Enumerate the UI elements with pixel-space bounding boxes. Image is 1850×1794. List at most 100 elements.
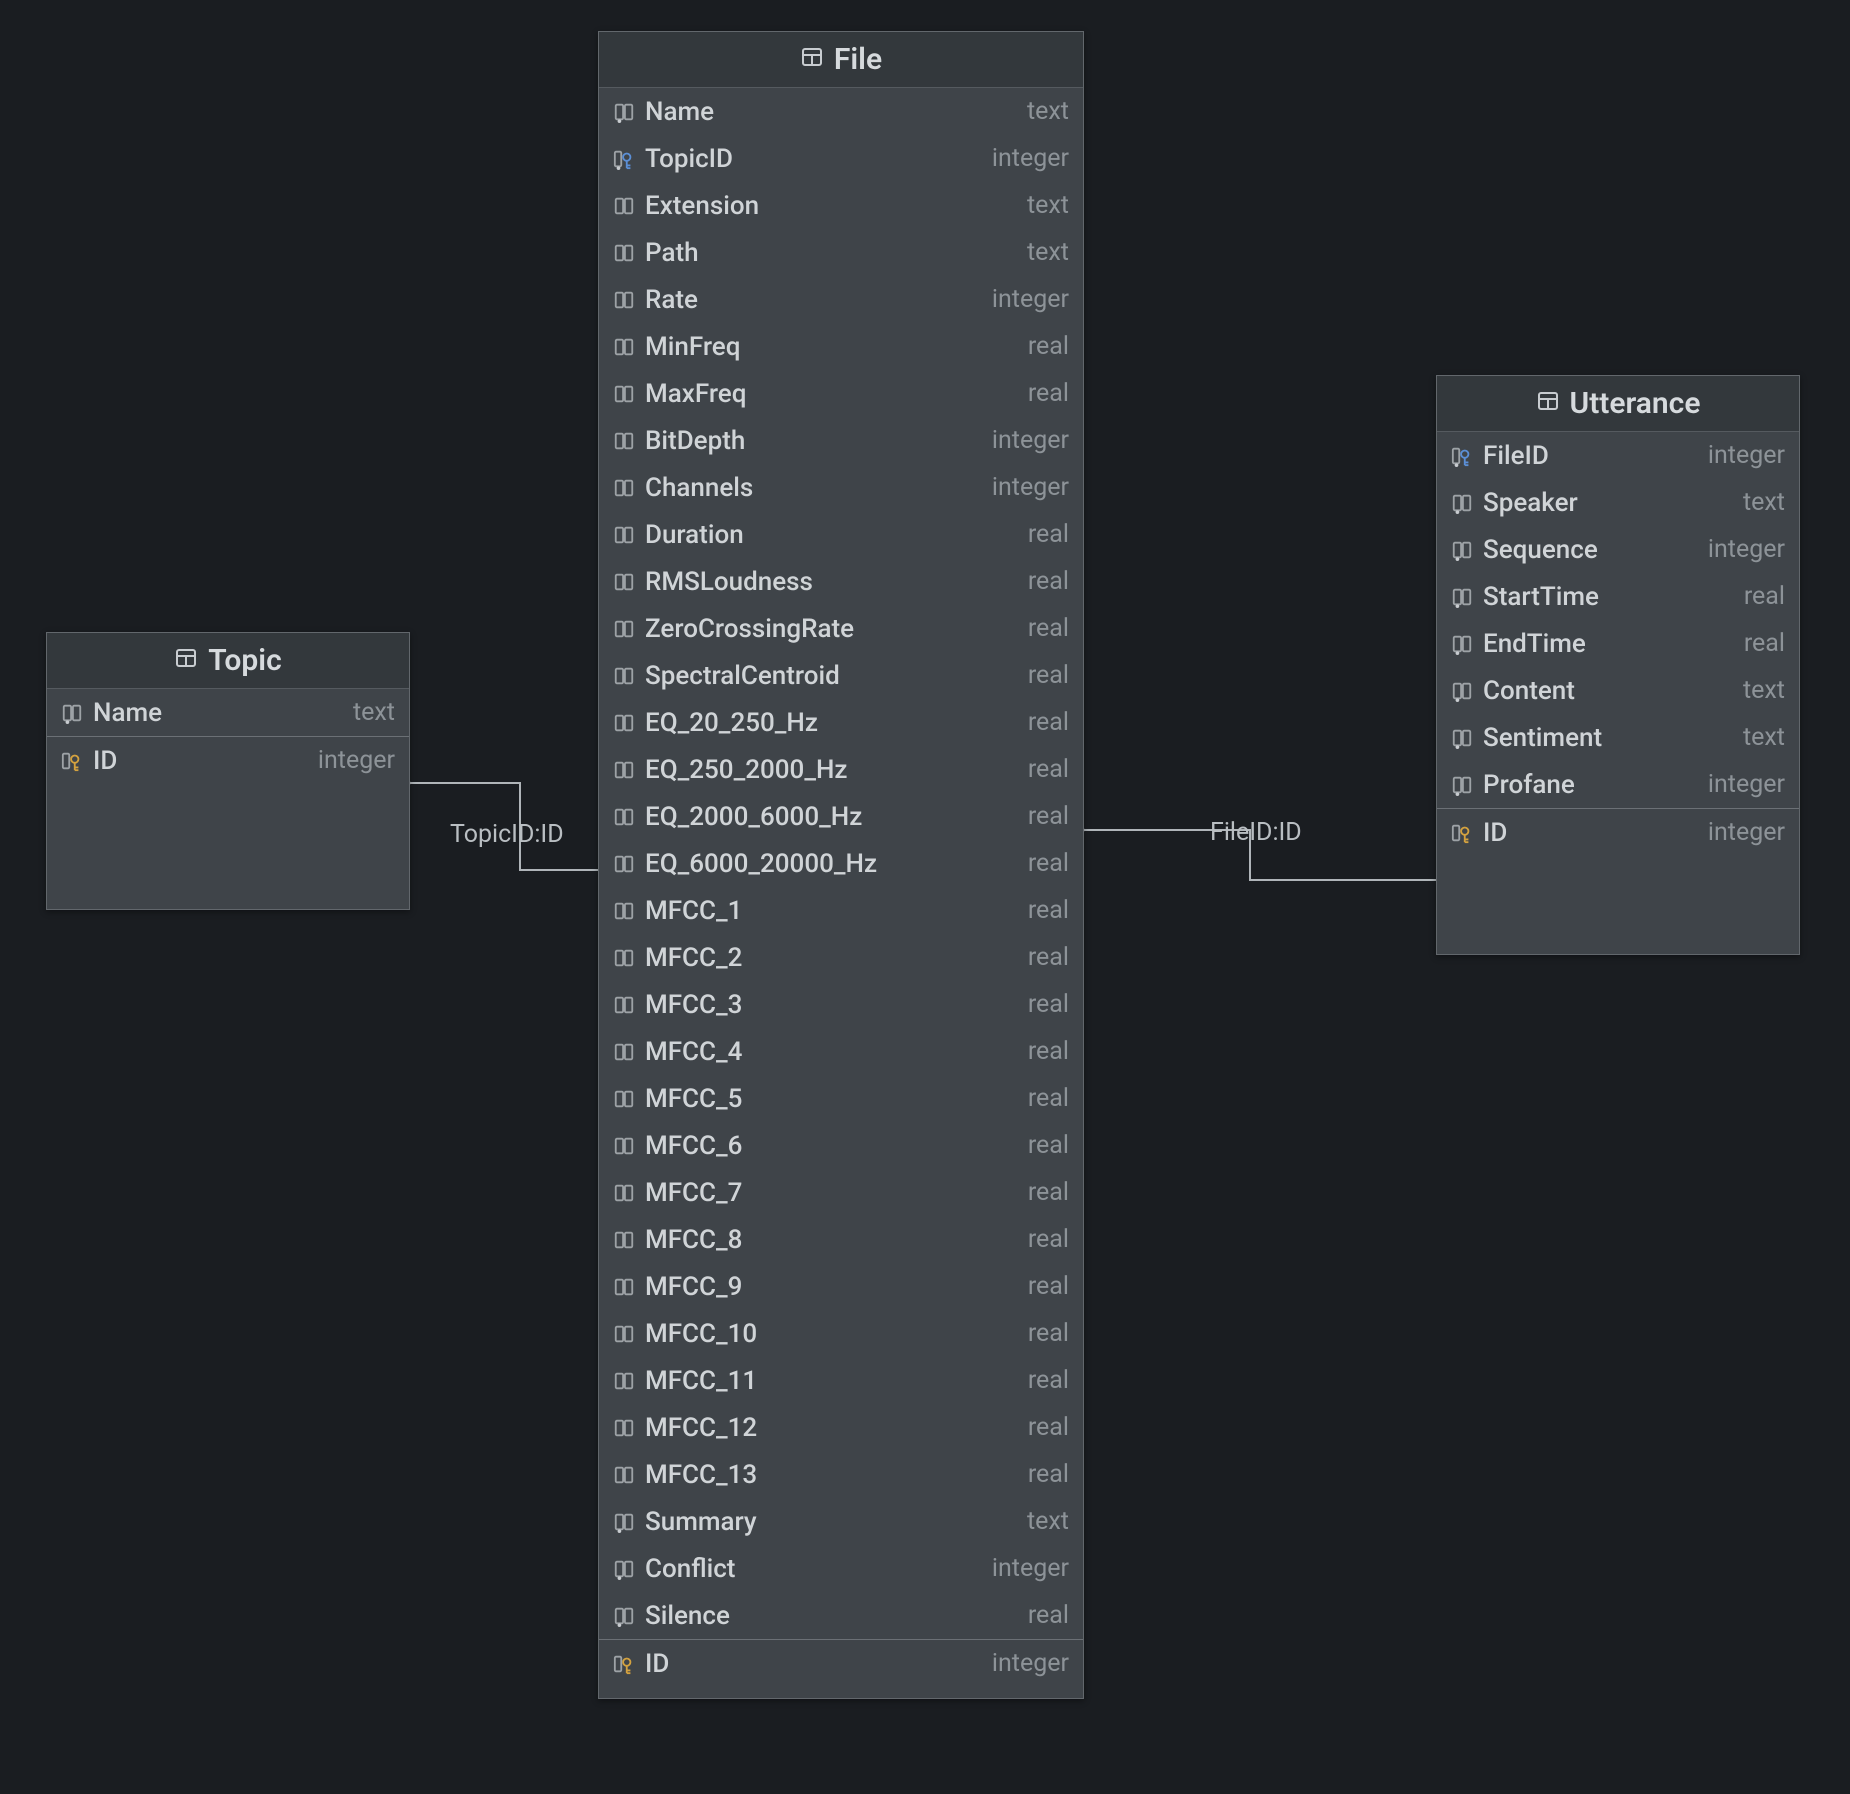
field-row[interactable]: Contenttext <box>1437 667 1799 714</box>
field-row[interactable]: Conflictinteger <box>599 1545 1083 1592</box>
field-type: integer <box>992 1554 1069 1583</box>
field-name: StartTime <box>1483 582 1734 612</box>
field-name: MFCC_11 <box>645 1366 1018 1396</box>
field-row[interactable]: Channelsinteger <box>599 464 1083 511</box>
col-icon <box>613 1276 635 1298</box>
field-row[interactable]: Pathtext <box>599 229 1083 276</box>
field-row[interactable]: Rateinteger <box>599 276 1083 323</box>
col-icon <box>613 853 635 875</box>
col-icon <box>613 1088 635 1110</box>
entity-topic[interactable]: Topic NametextIDinteger <box>46 632 410 910</box>
diagram-canvas[interactable]: TopicID:ID FileID:ID Topic NametextIDint… <box>0 0 1850 1794</box>
field-row[interactable]: Sequenceinteger <box>1437 526 1799 573</box>
field-row[interactable]: MFCC_9real <box>599 1263 1083 1310</box>
field-row[interactable]: Durationreal <box>599 511 1083 558</box>
field-row[interactable]: EQ_20_250_Hzreal <box>599 699 1083 746</box>
field-name: MFCC_4 <box>645 1037 1018 1067</box>
field-row[interactable]: MFCC_4 real <box>599 1028 1083 1075</box>
field-type: real <box>1028 1413 1069 1442</box>
field-row[interactable]: MaxFreqreal <box>599 370 1083 417</box>
col-nn-icon <box>613 1558 635 1580</box>
entity-utterance[interactable]: Utterance FileIDintegerSpeakertextSequen… <box>1436 375 1800 955</box>
field-row[interactable]: MFCC_3real <box>599 981 1083 1028</box>
field-type: real <box>1028 1601 1069 1630</box>
field-row[interactable]: MFCC_7 real <box>599 1169 1083 1216</box>
field-type: real <box>1028 849 1069 878</box>
col-nn-icon <box>1451 539 1473 561</box>
field-name: Path <box>645 238 1017 268</box>
field-row[interactable]: EndTimereal <box>1437 620 1799 667</box>
field-row[interactable]: MFCC_10real <box>599 1310 1083 1357</box>
field-name: Summary <box>645 1507 1017 1537</box>
field-row[interactable]: MFCC_2real <box>599 934 1083 981</box>
field-type: integer <box>1708 770 1785 799</box>
field-row[interactable]: EQ_250_2000_Hzreal <box>599 746 1083 793</box>
field-row[interactable]: Sentimenttext <box>1437 714 1799 761</box>
field-row[interactable]: StartTime real <box>1437 573 1799 620</box>
field-row[interactable]: Nametext <box>599 88 1083 135</box>
field-name: Duration <box>645 520 1018 550</box>
col-icon <box>613 994 635 1016</box>
field-type: text <box>1027 97 1069 126</box>
field-row[interactable]: IDinteger <box>47 737 409 784</box>
field-row[interactable]: MFCC_5real <box>599 1075 1083 1122</box>
field-type: integer <box>318 746 395 775</box>
field-type: integer <box>992 1649 1069 1678</box>
field-row[interactable]: EQ_6000_20000_Hz real <box>599 840 1083 887</box>
field-type: real <box>1028 1272 1069 1301</box>
field-name: MFCC_7 <box>645 1178 1018 1208</box>
table-icon <box>1536 386 1560 421</box>
field-type: real <box>1028 802 1069 831</box>
col-icon <box>613 571 635 593</box>
field-type: real <box>1028 1037 1069 1066</box>
field-row[interactable]: MFCC_1real <box>599 887 1083 934</box>
entity-file[interactable]: File NametextTopicIDintegerExtensiontext… <box>598 31 1084 1699</box>
field-row[interactable]: MFCC_13real <box>599 1451 1083 1498</box>
field-name: EndTime <box>1483 629 1734 659</box>
field-row[interactable]: MFCC_11 real <box>599 1357 1083 1404</box>
col-icon <box>613 524 635 546</box>
field-name: Profane <box>1483 770 1698 800</box>
field-row[interactable]: MinFreqreal <box>599 323 1083 370</box>
field-name: RMSLoudness <box>645 567 1018 597</box>
entity-utterance-header[interactable]: Utterance <box>1437 376 1799 432</box>
field-name: MFCC_12 <box>645 1413 1018 1443</box>
field-name: Silence <box>645 1601 1018 1631</box>
field-name: MFCC_10 <box>645 1319 1018 1349</box>
field-type: real <box>1028 1225 1069 1254</box>
field-name: ZeroCrossingRate <box>645 614 1018 644</box>
field-row[interactable]: Profane integer <box>1437 761 1799 808</box>
field-type: real <box>1028 1178 1069 1207</box>
col-icon <box>613 1417 635 1439</box>
col-nn-icon <box>613 101 635 123</box>
field-row[interactable]: Nametext <box>47 689 409 736</box>
field-row[interactable]: Extensiontext <box>599 182 1083 229</box>
field-row[interactable]: BitDepthinteger <box>599 417 1083 464</box>
field-row[interactable]: IDinteger <box>599 1640 1083 1687</box>
field-name: Content <box>1483 676 1733 706</box>
field-row[interactable]: MFCC_6real <box>599 1122 1083 1169</box>
field-row[interactable]: MFCC_8real <box>599 1216 1083 1263</box>
field-row[interactable]: MFCC_12 real <box>599 1404 1083 1451</box>
entity-topic-header[interactable]: Topic <box>47 633 409 689</box>
field-row[interactable]: Summarytext <box>599 1498 1083 1545</box>
field-row[interactable]: RMSLoudnessreal <box>599 558 1083 605</box>
entity-file-header[interactable]: File <box>599 32 1083 88</box>
field-name: MFCC_1 <box>645 896 1018 926</box>
field-name: EQ_6000_20000_Hz <box>645 849 1018 879</box>
field-type: real <box>1744 582 1785 611</box>
field-row[interactable]: ZeroCrossingRatereal <box>599 605 1083 652</box>
field-row[interactable]: FileIDinteger <box>1437 432 1799 479</box>
field-name: Name <box>93 698 343 728</box>
fk-icon <box>1451 445 1473 467</box>
field-type: real <box>1028 1084 1069 1113</box>
col-icon <box>613 430 635 452</box>
field-row[interactable]: TopicIDinteger <box>599 135 1083 182</box>
field-row[interactable]: Silence real <box>599 1592 1083 1639</box>
col-nn-icon <box>61 702 83 724</box>
field-row[interactable]: IDinteger <box>1437 809 1799 856</box>
field-type: real <box>1028 1366 1069 1395</box>
field-row[interactable]: EQ_2000_6000_Hzreal <box>599 793 1083 840</box>
field-row[interactable]: Speakertext <box>1437 479 1799 526</box>
field-row[interactable]: SpectralCentroidreal <box>599 652 1083 699</box>
